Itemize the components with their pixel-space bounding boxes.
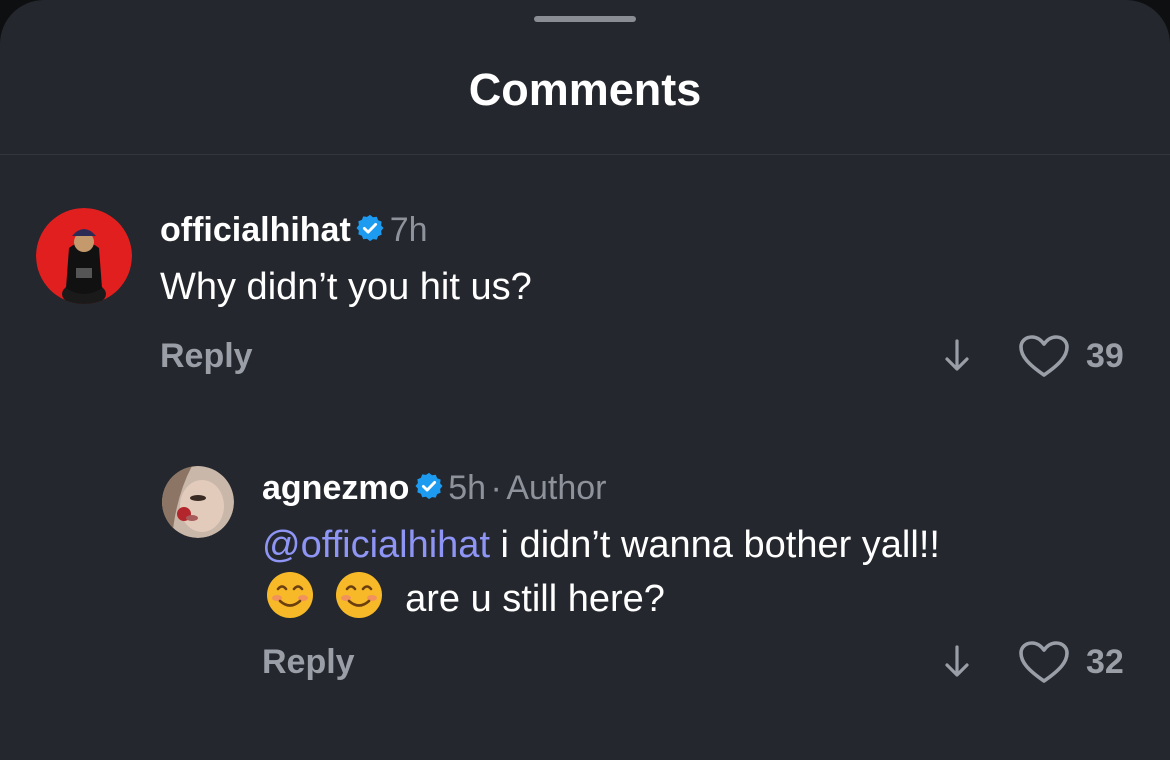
verified-badge-icon [414,471,444,519]
heart-icon[interactable] [1018,640,1070,689]
page-title: Comments [468,64,702,115]
download-icon[interactable] [942,644,972,685]
reply-text-line2: are u still here? [405,578,665,621]
smiling-face-icon [333,570,385,632]
download-icon[interactable] [942,338,972,379]
comment-text: Why didn’t you hit us? [160,266,532,308]
username[interactable]: officialhihat [160,211,351,249]
drag-handle[interactable] [534,16,636,22]
timestamp: 7h [389,211,428,249]
author-label: Author [506,469,607,507]
reply-button[interactable]: Reply [160,336,253,376]
heart-icon[interactable] [1018,334,1070,383]
username[interactable]: agnezmo [262,469,409,507]
avatar[interactable] [162,466,234,538]
like-count: 39 [1086,337,1124,375]
meta-separator: · [490,469,502,507]
timestamp: 5h [448,469,487,507]
sheet-header: Comments [0,0,1170,155]
verified-badge-icon [355,213,385,261]
like-count: 32 [1086,643,1124,681]
comments-sheet: Comments officialhihat 7h Why didn’t you… [0,0,1170,760]
avatar[interactable] [36,208,132,304]
reply-text-line1: i didn’t wanna bother yall!! [490,524,940,566]
smiling-face-icon [264,570,316,632]
mention-link[interactable]: @officialhihat [262,524,490,566]
reply-button[interactable]: Reply [262,642,355,682]
